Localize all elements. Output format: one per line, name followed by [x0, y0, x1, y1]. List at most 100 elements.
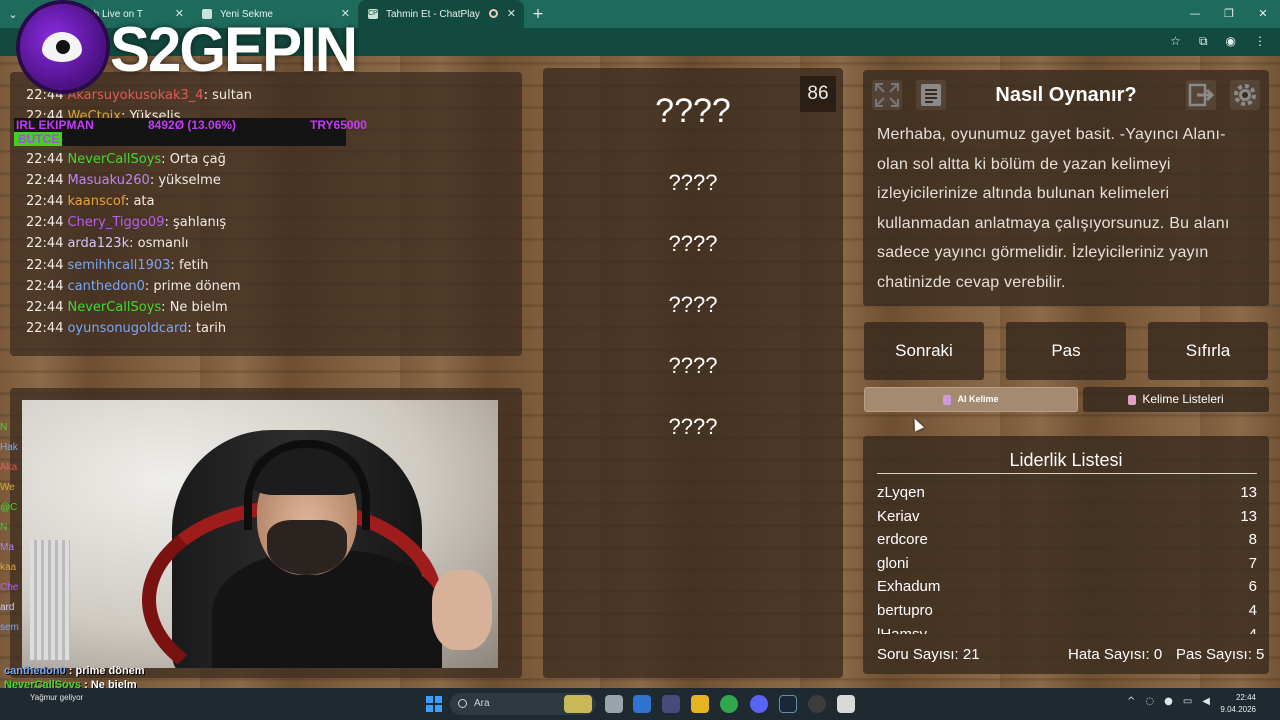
chat-message: : yükselme	[149, 173, 221, 189]
app-icon-1[interactable]	[633, 695, 651, 713]
tab-chatplay[interactable]: CP Tahmin Et - ChatPlay ✕	[358, 0, 524, 28]
fullscreen-icon[interactable]	[872, 80, 902, 110]
chat-time: 22:44	[26, 299, 64, 315]
chat-username[interactable]: Chery_Tiggo09	[67, 215, 164, 230]
chat-message: : Orta çağ	[161, 152, 226, 167]
ticker-right: TRY65000	[310, 118, 367, 132]
forbidden-word: ????	[668, 170, 718, 195]
player-score: 13	[1240, 507, 1257, 525]
chat-message: : ata	[124, 194, 155, 210]
network-icon[interactable]: ◌	[1145, 696, 1154, 707]
leaderboard-divider	[877, 473, 1257, 474]
app-icon-2[interactable]	[662, 695, 680, 713]
player-name: bertupro	[877, 602, 933, 619]
player-score: 4	[1248, 602, 1257, 619]
chat-username[interactable]: NeverCallSoys	[67, 300, 161, 315]
obs-icon[interactable]	[808, 695, 826, 713]
next-button[interactable]: Sonraki	[864, 322, 984, 380]
player-score: 13	[1240, 484, 1257, 501]
menu-kebab-icon[interactable]: ⋮	[1254, 34, 1266, 49]
word-lists-tab[interactable]: Kelime Listeleri	[1083, 387, 1269, 412]
chat-time: 22:44	[26, 257, 64, 273]
game-stats: Soru Sayısı: 21 Hata Sayısı: 0 Pas Sayıs…	[877, 646, 1264, 666]
forbidden-word: ????	[668, 353, 718, 378]
cam-radiator	[30, 540, 70, 660]
chat-time: 22:44	[26, 194, 64, 210]
chat-message-text: fetih	[178, 257, 209, 273]
restore-icon[interactable]: ❐	[1212, 0, 1246, 28]
chat-message-text: prime dönem	[153, 278, 241, 294]
chat-username[interactable]: semihhcall1903	[67, 258, 170, 273]
error-count: Hata Sayısı: 0	[1068, 646, 1163, 663]
windows-start-icon[interactable]	[426, 696, 442, 712]
close-icon[interactable]: ✕	[507, 7, 516, 20]
leaderboard-row: bertupro 4	[877, 600, 1257, 622]
leaderboard-list[interactable]: zLyqen 13 Keriav 13 erdcore 8 gloni 7 Exhadum 6 be…	[863, 480, 1269, 634]
weather-widget[interactable]: Yağmur geliyor	[30, 692, 83, 704]
chat-username[interactable]: kaanscof	[67, 194, 124, 209]
player-name: Keriav	[877, 507, 920, 525]
side-chat-fragment: We	[0, 482, 15, 493]
chat-time: 22:44	[26, 278, 64, 294]
word-lists-label: Kelime Listeleri	[1142, 392, 1224, 406]
notepad-icon[interactable]	[837, 695, 855, 713]
chat-message-text: Ne bielm	[169, 299, 228, 315]
reset-button[interactable]: Sıfırla	[1148, 322, 1268, 380]
chat-username[interactable]: NeverCallSoys	[67, 152, 161, 167]
chat-username[interactable]: Akarsuyokusokak3_4	[67, 88, 203, 103]
search-placeholder: Ara	[474, 698, 490, 709]
question-count: Soru Sayısı: 21	[877, 646, 980, 663]
clock-time: 22:44	[1235, 693, 1256, 702]
volume-icon[interactable]: ◀	[1202, 696, 1210, 707]
player-score: 6	[1248, 578, 1257, 596]
task-view-icon[interactable]	[605, 695, 623, 713]
chat-time: 22:44	[26, 88, 64, 103]
chat-time: 22:44	[26, 173, 64, 189]
weather-text: Yağmur geliyor	[30, 693, 84, 702]
gear-icon[interactable]	[1230, 80, 1260, 110]
steam-icon[interactable]	[779, 695, 797, 713]
taskbar-clock[interactable]: 22:44 9.04.2026	[1220, 692, 1256, 716]
chrome-icon[interactable]	[720, 695, 738, 713]
side-chat-fragment: sem	[0, 622, 19, 633]
overlay-chat-user: canthedon0	[4, 665, 66, 677]
player-name: zLyqen	[877, 484, 925, 501]
ticker-mid: 8492Ø (13.06%)	[148, 118, 237, 132]
tab-search-chevron-icon[interactable]: ⌄	[0, 0, 26, 28]
chat-username[interactable]: Masuaku260	[67, 173, 149, 188]
player-name: lHamsy	[877, 624, 927, 634]
microphone-icon[interactable]: ●	[1164, 696, 1173, 707]
logo-pupil	[56, 40, 70, 54]
ai-word-tab[interactable]: AI Kelime	[864, 387, 1078, 412]
forbidden-word: ????	[668, 231, 718, 256]
chat-line: 22:44 NeverCallSoys: Ne bielm	[26, 298, 228, 318]
chat-message: : osmanlı	[129, 236, 189, 252]
streamer-logo-icon	[20, 4, 106, 90]
chat-line: 22:44 NeverCallSoys: Orta çağ	[26, 150, 226, 170]
bookmark-star-icon[interactable]: ☆	[1170, 34, 1181, 49]
chat-username[interactable]: canthedon0	[67, 279, 144, 294]
chat-message: : sultan	[203, 88, 253, 103]
extensions-icon[interactable]: ⧉	[1199, 34, 1208, 49]
close-window-icon[interactable]: ✕	[1246, 0, 1280, 28]
profile-icon[interactable]: ◉	[1226, 34, 1236, 49]
exit-icon[interactable]	[1186, 80, 1216, 110]
chat-username[interactable]: oyunsonugoldcard	[67, 321, 187, 336]
new-tab-button[interactable]: +	[524, 6, 552, 22]
chevron-up-icon[interactable]: ^	[1127, 696, 1135, 707]
discord-icon[interactable]	[750, 695, 768, 713]
forbidden-word: ????	[668, 292, 718, 317]
side-chat-fragment: Aka	[0, 462, 18, 473]
pass-button[interactable]: Pas	[1006, 322, 1126, 380]
chat-message: : şahlanış	[164, 215, 227, 231]
list-icon	[1128, 394, 1137, 405]
chat-line: 22:44 canthedon0: prime dönem	[26, 277, 241, 297]
chat-username[interactable]: arda123k	[67, 236, 129, 251]
file-explorer-icon[interactable]	[691, 695, 709, 713]
widget-banner-icon[interactable]	[564, 695, 592, 713]
minimize-icon[interactable]: —	[1178, 0, 1212, 28]
chat-message-text: ata	[133, 194, 155, 210]
display-icon[interactable]: ▭	[1183, 696, 1192, 707]
notes-icon[interactable]	[916, 80, 946, 110]
player-score: 8	[1248, 531, 1257, 549]
